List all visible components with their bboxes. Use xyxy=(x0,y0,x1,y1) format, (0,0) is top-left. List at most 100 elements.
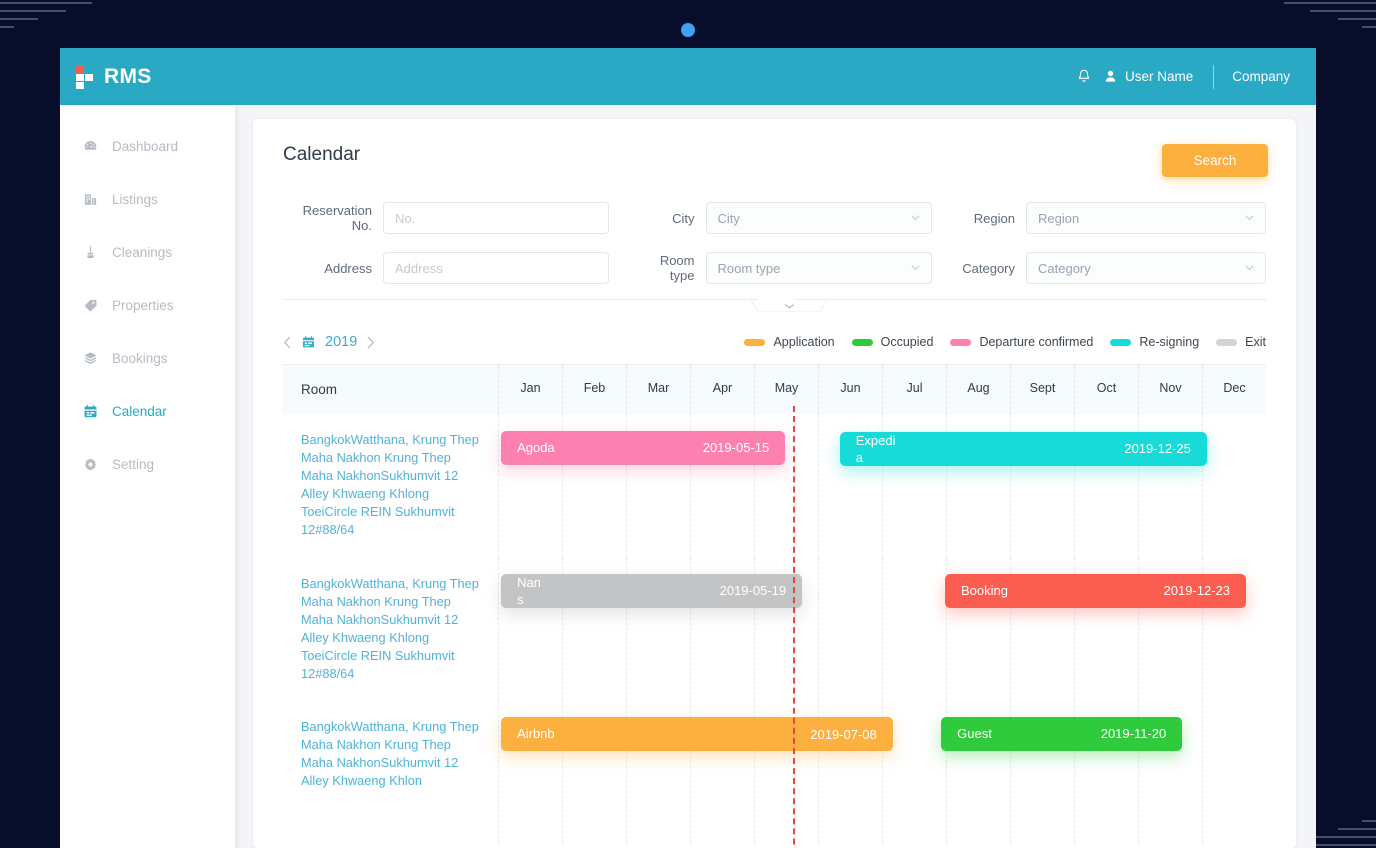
chevron-right-icon[interactable] xyxy=(366,336,375,349)
topbar-divider xyxy=(1213,64,1215,89)
sidebar-item-label: Calendar xyxy=(112,404,167,419)
legend-label: Departure confirmed xyxy=(979,335,1094,349)
gantt-bar-airbnb[interactable]: Airbnb 2019-07-08 xyxy=(501,717,893,751)
gantt-bar-name: Nans xyxy=(517,575,541,607)
gantt-body: BangkokWatthana, Krung Thep Maha Nakhon … xyxy=(283,414,1266,843)
gantt-room-header: Room xyxy=(301,382,338,397)
gantt-row-room[interactable]: BangkokWatthana, Krung Thep Maha Nakhon … xyxy=(283,557,498,700)
year-navigator: 2019 xyxy=(283,334,375,350)
top-bar: RMS User Name Company xyxy=(60,48,1316,105)
sidebar-item-label: Dashboard xyxy=(112,139,179,154)
gantt-bar-date: 2019-05-15 xyxy=(702,440,770,455)
divider-right xyxy=(795,299,1266,300)
gantt-month-aug: Aug xyxy=(946,365,1010,414)
chevron-down-icon xyxy=(1245,215,1254,221)
filter-collapse-row xyxy=(283,299,1266,317)
sidebar-item-setting[interactable]: Setting xyxy=(60,438,235,491)
chevron-down-icon xyxy=(783,303,795,308)
reservation-no-input[interactable] xyxy=(383,202,609,234)
chevron-down-icon xyxy=(910,265,920,271)
gantt-row-track: Nans 2019-05-19 Booking 2019-12-23 xyxy=(498,557,1266,700)
sidebar-item-label: Cleanings xyxy=(112,245,173,260)
search-button[interactable]: Search xyxy=(1162,144,1268,177)
year-label[interactable]: 2019 xyxy=(325,334,357,350)
sidebar-item-cleanings[interactable]: Cleanings xyxy=(60,226,235,279)
gantt-row-track: Agoda 2019-05-15 Expedia 2019-12-25 xyxy=(498,414,1266,557)
room-type-select-value: Room type xyxy=(717,260,781,276)
gantt-month-feb: Feb xyxy=(562,365,626,414)
company-label[interactable]: Company xyxy=(1232,69,1290,84)
app-window: RMS User Name Company Dashboard Listings… xyxy=(60,48,1316,848)
city-select-value: City xyxy=(717,210,740,226)
category-label: Category xyxy=(962,260,1015,276)
gantt-bar-nans[interactable]: Nans 2019-05-19 xyxy=(501,574,803,608)
gantt-month-may: May xyxy=(754,365,818,414)
gantt-month-sept: Sept xyxy=(1010,365,1074,414)
gantt-month-dec: Dec xyxy=(1202,365,1266,414)
year-legend-row: 2019 Application Occupied Departure conf… xyxy=(253,317,1296,350)
city-label: City xyxy=(672,210,695,226)
filter-form: Reservation No. City City Region Region xyxy=(253,177,1296,293)
calendar-icon xyxy=(84,405,97,418)
address-input[interactable] xyxy=(383,252,609,284)
user-menu[interactable]: User Name xyxy=(1103,69,1193,84)
gantt-bar-expedia[interactable]: Expedia 2019-12-25 xyxy=(839,432,1207,466)
sidebar-item-label: Setting xyxy=(112,457,155,472)
legend-label: Exit xyxy=(1245,335,1266,349)
gantt-chart: Room Jan Feb Mar Apr May Jun Jul Aug Sep… xyxy=(253,364,1296,848)
region-select[interactable]: Region xyxy=(1026,202,1266,234)
dashboard-icon xyxy=(84,141,97,150)
sidebar-item-listings[interactable]: Listings xyxy=(60,173,235,226)
legend-item: Exit xyxy=(1216,335,1266,349)
legend-swatch xyxy=(851,338,873,346)
region-select-value: Region xyxy=(1038,210,1080,226)
sidebar-item-label: Properties xyxy=(112,298,174,313)
gantt-month-mar: Mar xyxy=(626,365,690,414)
gantt-bar-date: 2019-05-19 xyxy=(719,583,787,598)
legend-item: Application xyxy=(744,335,835,349)
region-label: Region xyxy=(973,210,1015,226)
legend-swatch xyxy=(744,338,766,346)
calendar-icon xyxy=(302,336,315,348)
gantt-row-room[interactable]: BangkokWatthana, Krung Thep Maha Nakhon … xyxy=(283,700,498,843)
gantt-bar-name: Guest xyxy=(957,726,992,741)
properties-icon xyxy=(84,299,97,312)
city-select[interactable]: City xyxy=(705,202,932,234)
legend-swatch xyxy=(1110,338,1132,346)
table-row: BangkokWatthana, Krung Thep Maha Nakhon … xyxy=(283,414,1266,557)
chevron-left-icon[interactable] xyxy=(283,336,292,349)
reservation-no-label: Reservation No. xyxy=(302,203,372,233)
card-header: Calendar Search xyxy=(253,119,1296,177)
gantt-row-room[interactable]: BangkokWatthana, Krung Thep Maha Nakhon … xyxy=(283,414,498,557)
category-select[interactable]: Category xyxy=(1026,252,1266,284)
gantt-month-jun: Jun xyxy=(818,365,882,414)
gantt-bar-booking[interactable]: Booking 2019-12-23 xyxy=(944,574,1247,608)
sidebar-item-label: Bookings xyxy=(112,351,168,366)
legend-item: Occupied xyxy=(851,335,934,349)
legend-item: Departure confirmed xyxy=(950,335,1093,349)
gantt-bar-date: 2019-12-25 xyxy=(1124,441,1191,456)
filter-collapse-toggle[interactable] xyxy=(750,299,828,313)
gantt-bar-guest[interactable]: Guest 2019-11-20 xyxy=(941,717,1183,751)
calendar-card: Calendar Search Reservation No. City Cit… xyxy=(253,119,1296,848)
gantt-bar-agoda[interactable]: Agoda 2019-05-15 xyxy=(501,431,786,465)
chevron-down-icon xyxy=(1245,265,1254,271)
bookings-icon xyxy=(84,352,97,364)
gantt-bar-date: 2019-07-08 xyxy=(810,726,877,742)
gantt-month-oct: Oct xyxy=(1074,365,1138,414)
user-name-label: User Name xyxy=(1124,69,1194,84)
room-type-select[interactable]: Room type xyxy=(705,252,932,284)
sidebar-item-calendar[interactable]: Calendar xyxy=(60,385,235,438)
legend-label: Application xyxy=(773,335,835,349)
sidebar-item-dashboard[interactable]: Dashboard xyxy=(60,120,235,173)
brand-logo[interactable]: RMS xyxy=(76,65,152,89)
gantt-bar-name: Agoda xyxy=(517,440,555,455)
legend-swatch xyxy=(1216,338,1238,346)
gantt-bar-date: 2019-11-20 xyxy=(1100,726,1167,741)
chevron-down-icon xyxy=(910,215,920,221)
sidebar-item-bookings[interactable]: Bookings xyxy=(60,332,235,385)
sidebar-item-properties[interactable]: Properties xyxy=(60,279,235,332)
legend-label: Occupied xyxy=(880,335,934,349)
gantt-bar-name: Expedia xyxy=(855,433,896,465)
bell-icon[interactable] xyxy=(1076,68,1092,85)
